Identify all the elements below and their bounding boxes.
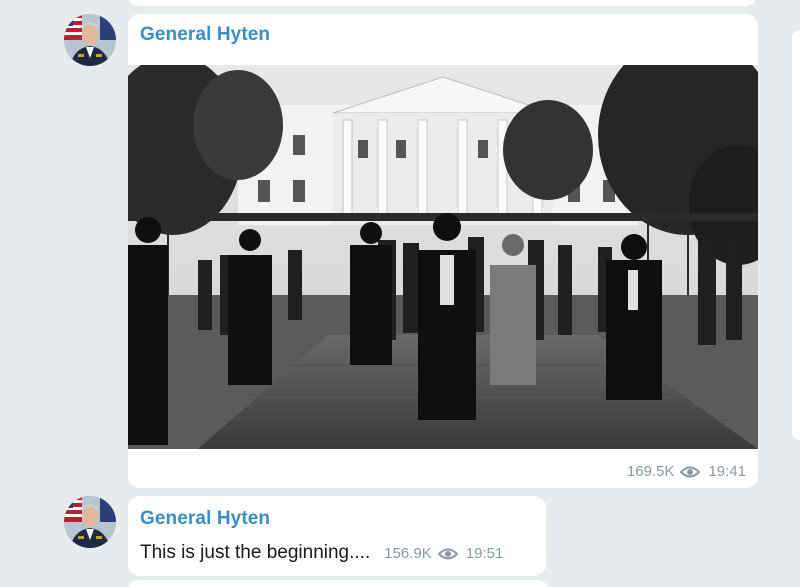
message-time: 19:41 <box>708 463 746 480</box>
message-bubble[interactable]: General Hyten This is just the beginning… <box>128 496 546 576</box>
avatar[interactable] <box>64 496 116 548</box>
message-meta: 156.9K 19:51 <box>384 545 503 562</box>
message-body: This is just the beginning.... 156.9K 19… <box>140 542 503 564</box>
avatar[interactable] <box>64 14 116 66</box>
profile-photo-icon <box>64 496 116 548</box>
side-panel-edge <box>792 30 800 440</box>
eye-icon <box>437 547 459 561</box>
message-text: This is just the beginning.... <box>140 542 371 563</box>
message-photo[interactable] <box>128 65 758 449</box>
profile-photo-icon <box>64 14 116 66</box>
message-meta: 169.5K 19:41 <box>627 463 746 480</box>
sender-name[interactable]: General Hyten <box>140 508 270 530</box>
photo-image <box>128 65 758 449</box>
channel-feed: General Hyten 169.5K 19:41 General Hyten… <box>0 0 800 587</box>
message-time: 19:51 <box>465 545 504 562</box>
view-count: 169.5K <box>626 463 675 480</box>
message-bubble[interactable]: General Hyten 169.5K 19:41 <box>128 14 758 488</box>
previous-message-bubble[interactable] <box>128 0 756 6</box>
eye-icon <box>680 465 701 479</box>
sender-name[interactable]: General Hyten <box>140 24 270 46</box>
view-count: 156.9K <box>384 545 432 562</box>
next-message-bubble[interactable] <box>128 580 548 587</box>
